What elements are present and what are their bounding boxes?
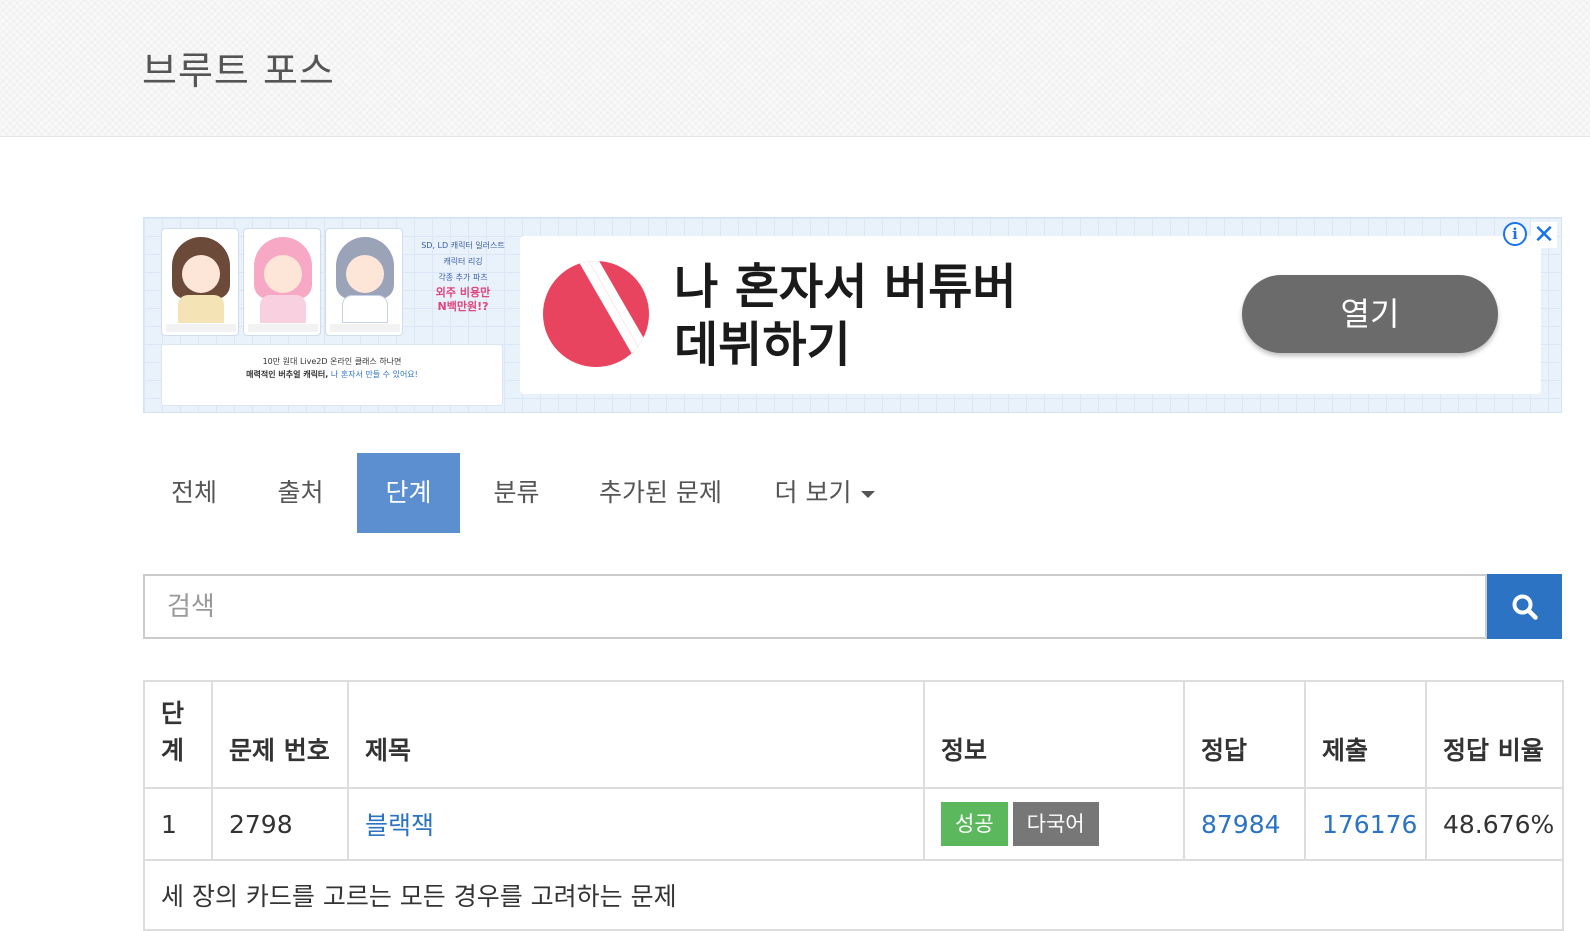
column-header-level[interactable]: 단계 — [143, 680, 213, 789]
close-icon[interactable]: ✕ — [1531, 222, 1557, 248]
ad-logo-icon — [543, 261, 649, 367]
header-label: 문제 번호 — [229, 736, 330, 765]
cell-submissions: 176176 — [1304, 787, 1427, 861]
column-header-submissions[interactable]: 제출 — [1304, 680, 1427, 789]
ad-caption-highlight: 나 혼자서 만들 수 있어요! — [330, 370, 418, 379]
column-header-accepted[interactable]: 정답 — [1183, 680, 1306, 789]
ad-headline-line: 데뷔하기 — [674, 317, 851, 373]
column-header-title[interactable]: 제목 — [347, 680, 925, 789]
search-button[interactable] — [1487, 574, 1562, 639]
ad-character-gray — [325, 228, 403, 336]
status-badge-success[interactable]: 성공 — [941, 802, 1008, 846]
ad-side-line: 캐릭터 리깅 — [443, 257, 483, 266]
column-header-ratio[interactable]: 정답 비율 — [1425, 680, 1564, 789]
ad-caption: 10만 원대 Live2D 온라인 클래스 하나면 매력적인 버추얼 캐릭터, … — [161, 344, 503, 406]
ad-side-highlight: N백만원!? — [437, 300, 489, 313]
cell-ratio: 48.676% — [1425, 787, 1564, 861]
ad-side-line: 각종 추가 파츠 — [438, 273, 488, 282]
tab-level[interactable]: 단계 — [357, 453, 460, 533]
header-label: 정답 — [1201, 736, 1248, 765]
info-icon[interactable]: i — [1503, 222, 1527, 246]
tab-label: 출처 — [277, 478, 324, 507]
tab-more-dropdown[interactable]: 더 보기 — [760, 453, 890, 533]
cell-problem-id: 2798 — [211, 787, 349, 861]
cell-info: 성공 다국어 — [923, 787, 1185, 861]
problem-table: 단계 문제 번호 제목 정보 정답 제출 정답 비율 1 2798 블랙잭 성공… — [143, 680, 1564, 931]
ad-headline-line: 나 혼자서 버튜버 — [674, 259, 1017, 315]
ad-open-button[interactable]: 열기 — [1242, 275, 1498, 353]
ad-caption-line: 10만 원대 Live2D 온라인 클래스 하나면 — [262, 357, 402, 366]
header-label: 제목 — [365, 736, 412, 765]
tab-label: 단계 — [385, 478, 432, 507]
ad-character-pink — [243, 228, 321, 336]
tab-label: 더 보기 — [774, 478, 852, 507]
search-input[interactable] — [143, 574, 1487, 639]
column-header-info[interactable]: 정보 — [923, 680, 1185, 789]
tab-all[interactable]: 전체 — [143, 453, 245, 533]
header-label: 정보 — [941, 736, 988, 765]
ad-caption-bold: 매력적인 버추얼 캐릭터, — [246, 370, 329, 379]
header-label: 정답 비율 — [1443, 736, 1544, 765]
table-row: 1 2798 블랙잭 성공 다국어 87984 176176 48.676% — [143, 787, 1564, 861]
tab-label: 추가된 문제 — [599, 478, 722, 507]
ad-side-text: SD, LD 캐릭터 일러스트 캐릭터 리깅 각종 추가 파츠 외주 비용만 N… — [420, 238, 506, 348]
tab-category[interactable]: 분류 — [460, 453, 573, 533]
search-icon — [1512, 594, 1538, 620]
submission-count-link[interactable]: 176176 — [1322, 810, 1417, 839]
ad-card[interactable]: 나 혼자서 버튜버 데뷔하기 열기 — [520, 236, 1541, 394]
tab-source[interactable]: 출처 — [245, 453, 356, 533]
accepted-count-link[interactable]: 87984 — [1201, 810, 1281, 839]
cell-level: 1 — [143, 787, 213, 861]
page-header: 브루트 포스 — [0, 0, 1590, 137]
tab-label: 전체 — [170, 478, 217, 507]
table-header-row: 단계 문제 번호 제목 정보 정답 제출 정답 비율 — [143, 680, 1564, 789]
tab-added-problems[interactable]: 추가된 문제 — [573, 453, 748, 533]
ad-creative-image[interactable]: SD, LD 캐릭터 일러스트 캐릭터 리깅 각종 추가 파츠 외주 비용만 N… — [158, 228, 506, 406]
header-label: 단계 — [161, 699, 185, 765]
column-header-problem-id[interactable]: 문제 번호 — [211, 680, 349, 789]
ad-character-brown — [161, 228, 239, 336]
cell-title: 블랙잭 — [347, 787, 925, 861]
cell-accepted: 87984 — [1183, 787, 1306, 861]
caret-down-icon — [861, 490, 876, 498]
problem-title-link[interactable]: 블랙잭 — [365, 811, 434, 840]
ad-side-line: SD, LD 캐릭터 일러스트 — [421, 241, 505, 250]
ad-banner[interactable]: SD, LD 캐릭터 일러스트 캐릭터 리깅 각종 추가 파츠 외주 비용만 N… — [143, 217, 1562, 413]
status-badge-multilingual[interactable]: 다국어 — [1012, 802, 1099, 846]
ad-headline: 나 혼자서 버튜버 데뷔하기 — [674, 258, 1074, 374]
tab-label: 분류 — [493, 478, 540, 507]
header-label: 제출 — [1322, 736, 1369, 765]
ad-side-highlight: 외주 비용만 — [435, 286, 491, 299]
page-title: 브루트 포스 — [142, 49, 335, 93]
